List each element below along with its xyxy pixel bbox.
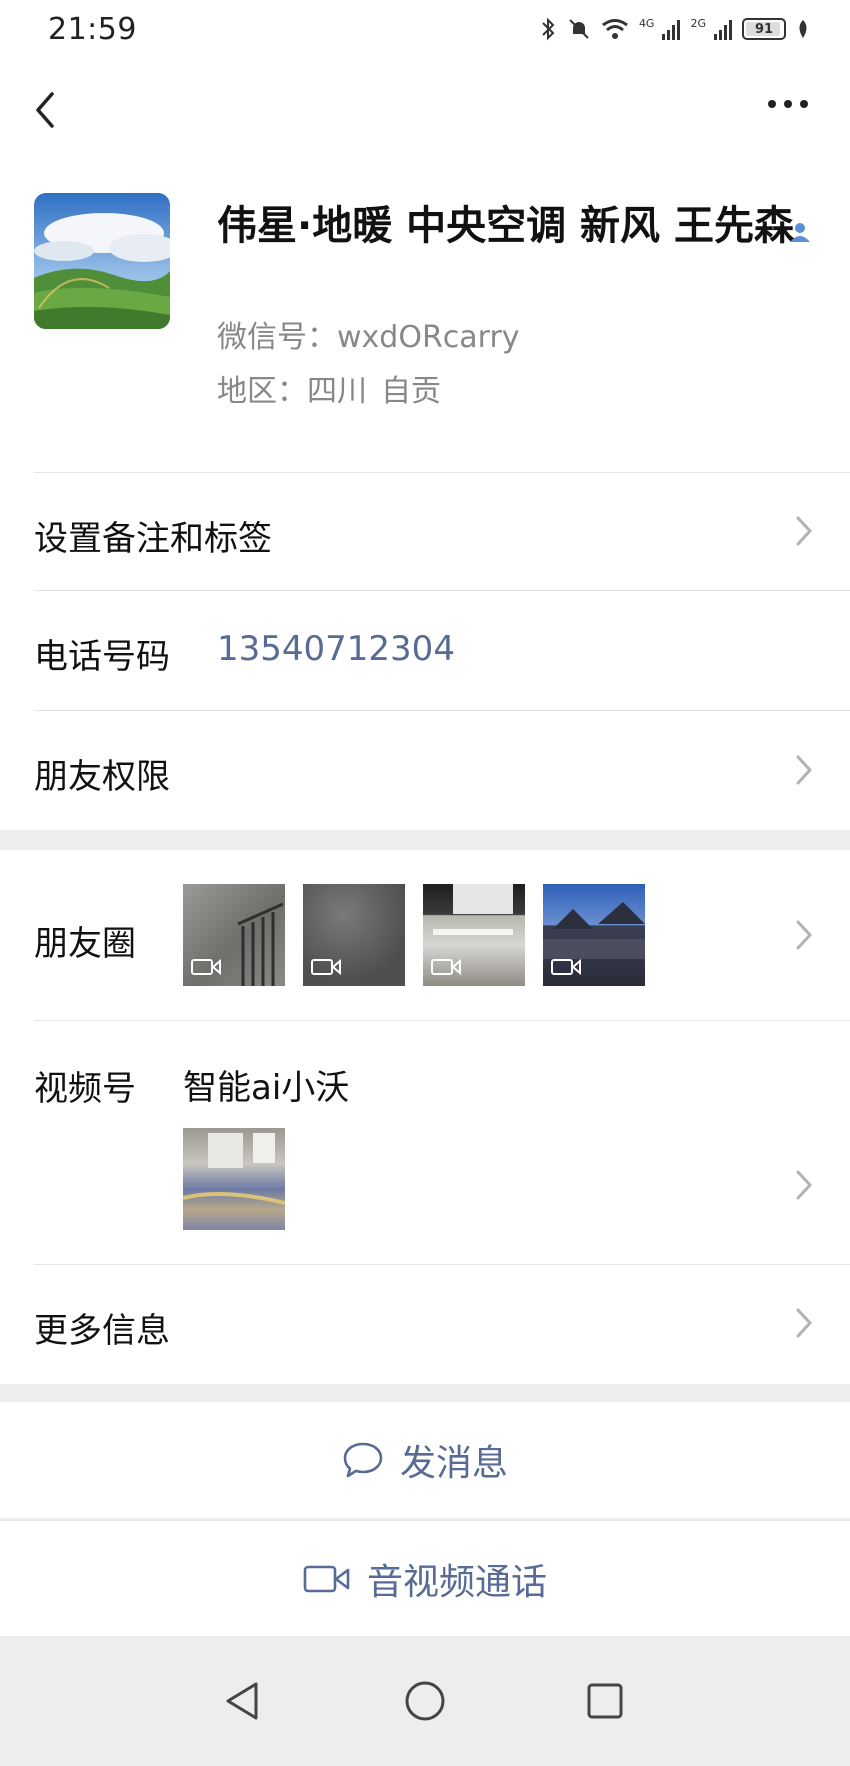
moments-thumbnails [183, 884, 645, 986]
friend-permissions-row[interactable]: 朋友权限 [0, 710, 850, 830]
status-bar: 21:59 4G 2G 91 [0, 0, 850, 58]
more-dot-icon [800, 100, 808, 108]
battery-icon: 91 [742, 18, 786, 40]
region-label: 地区： [217, 374, 307, 409]
channels-label: 视频号 [34, 1069, 136, 1109]
nav-recents-icon[interactable] [586, 1682, 624, 1720]
status-time: 21:59 [48, 11, 137, 47]
region-province: 四川 [307, 374, 367, 409]
friend-permissions-label: 朋友权限 [34, 757, 170, 797]
navigation-bar [0, 58, 850, 158]
video-icon [551, 958, 581, 976]
nav-back-icon[interactable] [222, 1680, 262, 1722]
wifi-icon [602, 19, 628, 39]
moments-label: 朋友圈 [34, 924, 136, 964]
channels-thumbnails [183, 1128, 285, 1230]
network-type-1: 4G [638, 17, 655, 30]
more-dot-icon [784, 100, 792, 108]
phone-row: 电话号码 13540712304 [0, 590, 850, 710]
avatar-landscape-image [34, 193, 170, 329]
chevron-left-icon [36, 92, 54, 128]
video-camera-icon [303, 1565, 350, 1592]
moments-thumbnail[interactable] [183, 884, 285, 986]
more-info-row[interactable]: 更多信息 [0, 1264, 850, 1384]
chevron-right-icon [796, 1170, 812, 1200]
chevron-right-icon [796, 920, 812, 950]
chat-bubble-icon [343, 1442, 383, 1478]
wechat-id: 微信号：wxdORcarry [217, 320, 520, 355]
signal-2-icon [714, 18, 732, 40]
avatar[interactable] [34, 193, 170, 329]
profile-name: 伟星·地暖 中央空调 新风 王先森 [217, 200, 797, 252]
more-options-button[interactable] [768, 100, 814, 120]
remark-tags-label: 设置备注和标签 [34, 519, 272, 559]
video-icon [431, 958, 461, 976]
channels-thumbnail[interactable] [183, 1128, 285, 1230]
profile-header: 伟星·地暖 中央空调 新风 王先森 微信号：wxdORcarry 地区：四川 自贡 [0, 158, 850, 472]
remark-tags-row[interactable]: 设置备注和标签 [0, 472, 850, 590]
bluetooth-icon [542, 17, 555, 41]
send-message-label: 发消息 [399, 1443, 508, 1484]
channels-row[interactable]: 视频号 智能ai小沃 [0, 1020, 850, 1264]
moments-thumbnail[interactable] [303, 884, 405, 986]
mute-bell-icon [569, 19, 589, 39]
signal-1-icon [662, 18, 681, 40]
status-icons: 4G 2G 91 [539, 17, 810, 41]
battery-level: 91 [754, 21, 774, 37]
send-message-button[interactable]: 发消息 [0, 1402, 850, 1518]
audio-video-call-button[interactable]: 音视频通话 [0, 1520, 850, 1636]
phone-label: 电话号码 [34, 637, 170, 677]
nav-home-icon[interactable] [404, 1680, 446, 1722]
moments-row[interactable]: 朋友圈 [0, 850, 850, 1020]
back-button[interactable] [28, 88, 68, 132]
chevron-right-icon [796, 1308, 812, 1338]
verified-user-icon [790, 223, 810, 242]
leaf-icon [799, 20, 807, 38]
phone-number-link[interactable]: 13540712304 [217, 629, 455, 669]
system-navigation-bar [0, 1636, 850, 1766]
region: 地区：四川 自贡 [217, 366, 441, 410]
video-icon [311, 958, 341, 976]
chevron-right-icon [796, 755, 812, 785]
channels-name: 智能ai小沃 [183, 1068, 350, 1108]
region-city: 自贡 [381, 374, 441, 409]
chevron-right-icon [796, 516, 812, 546]
profile-name-text: 伟星·地暖 中央空调 新风 王先森 [217, 203, 794, 249]
network-type-2: 2G [690, 17, 706, 30]
audio-video-call-label: 音视频通话 [366, 1561, 547, 1603]
more-dot-icon [768, 100, 776, 108]
video-icon [191, 958, 221, 976]
moments-thumbnail[interactable] [423, 884, 525, 986]
more-info-label: 更多信息 [34, 1311, 170, 1351]
moments-thumbnail[interactable] [543, 884, 645, 986]
